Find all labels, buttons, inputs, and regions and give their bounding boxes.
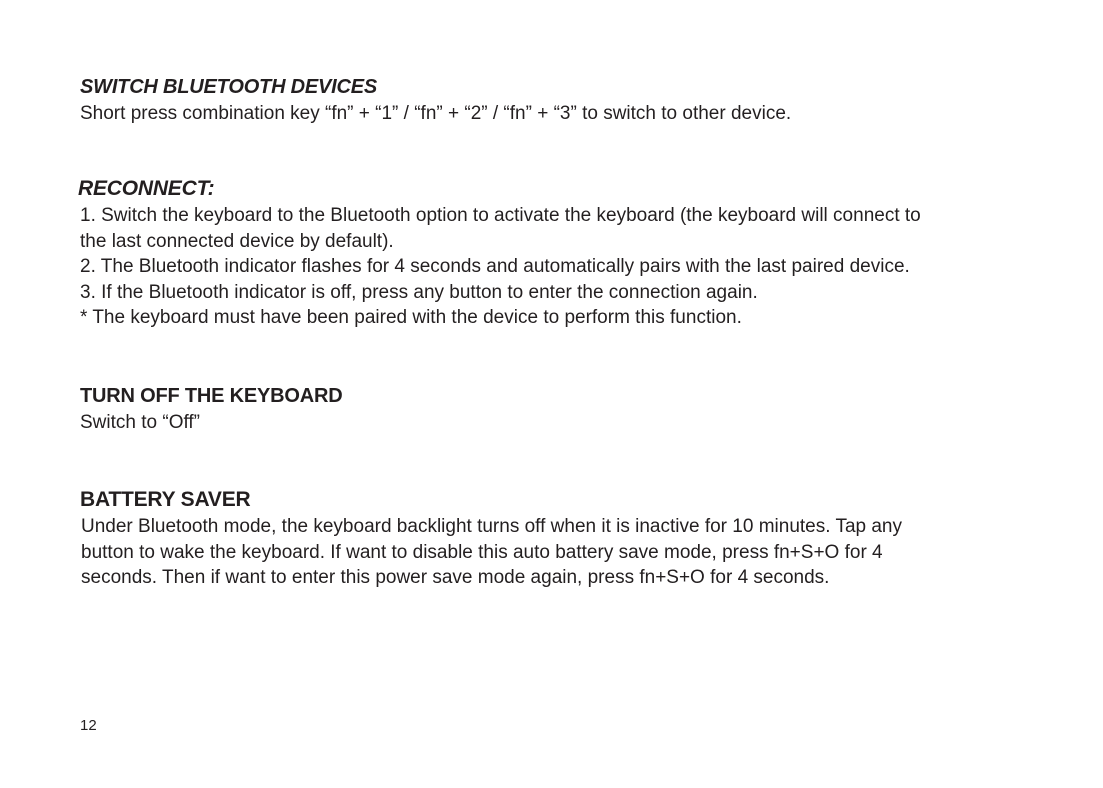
heading-battery-saver: BATTERY SAVER [80, 488, 251, 511]
text-line: * The keyboard must have been paired wit… [80, 307, 742, 328]
heading-reconnect: RECONNECT: [78, 177, 215, 200]
section-battery-saver: BATTERY SAVER Under Bluetooth mode, the … [80, 488, 1040, 591]
heading-turn-off-keyboard: TURN OFF THE KEYBOARD [80, 385, 343, 407]
text-line: button to wake the keyboard. If want to … [81, 541, 883, 563]
section-switch-bluetooth-devices: SWITCH BLUETOOTH DEVICES Short press com… [80, 75, 1040, 127]
body-reconnect: 1. Switch the keyboard to the Bluetooth … [80, 203, 1038, 331]
heading-switch-bluetooth-devices: SWITCH BLUETOOTH DEVICES [80, 76, 378, 98]
text-line: Switch to “Off” [80, 412, 201, 433]
text-line: Short press combination key “fn” + “1” /… [80, 103, 792, 124]
text-line: the last connected device by default). [80, 230, 394, 252]
text-line: 1. Switch the keyboard to the Bluetooth … [80, 205, 921, 226]
text-line: seconds. Then if want to enter this powe… [81, 567, 830, 588]
body-turn-off-keyboard: Switch to “Off” [80, 410, 1040, 436]
body-switch-bluetooth-devices: Short press combination key “fn” + “1” /… [80, 101, 1040, 127]
section-turn-off-keyboard: TURN OFF THE KEYBOARD Switch to “Off” [80, 384, 1040, 436]
body-battery-saver: Under Bluetooth mode, the keyboard backl… [81, 514, 1040, 591]
text-line: 3. If the Bluetooth indicator is off, pr… [80, 281, 758, 303]
section-reconnect: RECONNECT: 1. Switch the keyboard to the… [78, 177, 1038, 331]
page-number: 12 [80, 717, 97, 734]
text-line: Under Bluetooth mode, the keyboard backl… [81, 516, 902, 537]
text-line: 2. The Bluetooth indicator flashes for 4… [80, 256, 910, 277]
